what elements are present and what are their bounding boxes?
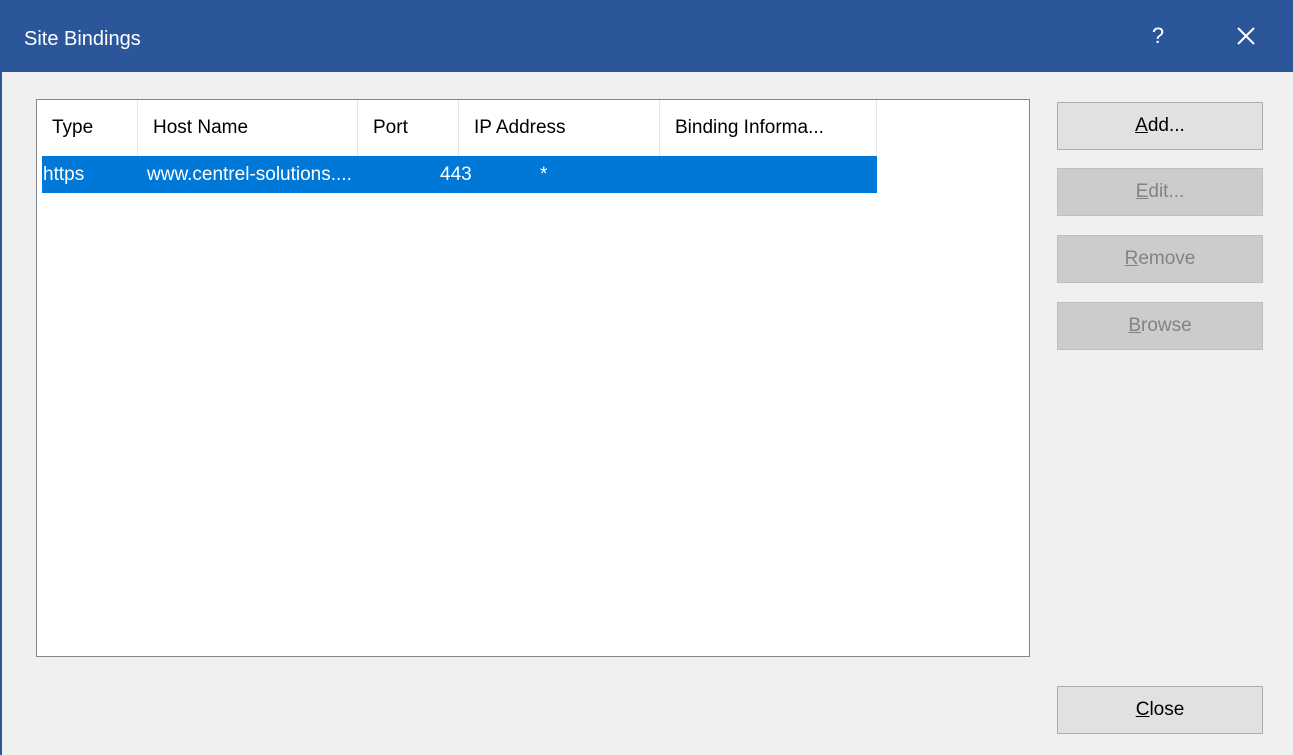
cell-port: 443 bbox=[440, 164, 472, 185]
cell-host-name: www.centrel-solutions.... bbox=[147, 164, 352, 185]
help-button[interactable]: ? bbox=[1128, 0, 1188, 72]
site-bindings-dialog: Site Bindings ? Type Host Name Port IP A… bbox=[0, 0, 1293, 755]
remove-label: emove bbox=[1138, 248, 1196, 269]
edit-button[interactable]: Edit... bbox=[1057, 168, 1263, 216]
window-border bbox=[0, 72, 2, 755]
help-icon: ? bbox=[1151, 23, 1165, 48]
bindings-list[interactable]: Type Host Name Port IP Address Binding I… bbox=[36, 99, 1030, 657]
column-header-type[interactable]: Type bbox=[37, 100, 138, 156]
column-header-host-name[interactable]: Host Name bbox=[138, 100, 358, 156]
add-label: dd... bbox=[1147, 115, 1185, 136]
browse-label: rowse bbox=[1141, 315, 1192, 336]
title-bar[interactable]: Site Bindings ? bbox=[0, 0, 1293, 72]
remove-mnemonic: R bbox=[1124, 248, 1139, 269]
binding-row[interactable]: https www.centrel-solutions.... 443 * bbox=[42, 156, 877, 193]
browse-mnemonic: B bbox=[1128, 315, 1141, 336]
close-mnemonic: C bbox=[1135, 699, 1150, 720]
add-button[interactable]: Add... bbox=[1057, 102, 1263, 150]
close-label: lose bbox=[1149, 699, 1185, 720]
column-header-ip-address[interactable]: IP Address bbox=[459, 100, 660, 156]
add-mnemonic: A bbox=[1135, 115, 1148, 136]
close-window-button[interactable] bbox=[1216, 0, 1276, 72]
window-title: Site Bindings bbox=[24, 28, 141, 50]
cell-ip-address: * bbox=[540, 164, 548, 185]
column-header-binding-information[interactable]: Binding Informa... bbox=[660, 100, 877, 156]
edit-label: dit... bbox=[1148, 181, 1185, 202]
remove-button[interactable]: Remove bbox=[1057, 235, 1263, 283]
column-header-port[interactable]: Port bbox=[358, 100, 459, 156]
list-header: Type Host Name Port IP Address Binding I… bbox=[37, 100, 877, 156]
cell-type: https bbox=[43, 164, 85, 185]
edit-mnemonic: E bbox=[1135, 181, 1149, 202]
close-icon bbox=[1237, 27, 1255, 45]
close-button[interactable]: Close bbox=[1057, 686, 1263, 734]
browse-button[interactable]: Browse bbox=[1057, 302, 1263, 350]
